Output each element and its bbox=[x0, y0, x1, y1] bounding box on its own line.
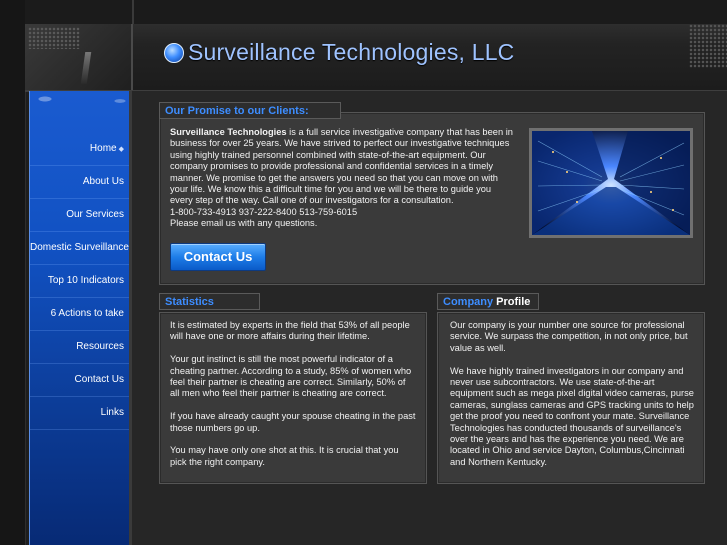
sidebar-nav: Home ◆ About Us Our Services Domestic Sur… bbox=[29, 91, 130, 545]
contact-us-button[interactable]: Contact Us bbox=[170, 243, 266, 271]
site-header: Surveillance Technologies, LLC bbox=[25, 24, 727, 92]
nav-item-links[interactable]: Links bbox=[30, 397, 130, 430]
stat-paragraph: You may have only one shot at this. It i… bbox=[170, 445, 399, 467]
profile-text: Our company is your number one source fo… bbox=[450, 320, 696, 480]
phone-numbers: 1-800-733-4913 937-222-8400 513-759-6015 bbox=[170, 206, 358, 217]
email-line: Please email us with any questions. bbox=[170, 218, 318, 229]
header-dots-decoration bbox=[689, 24, 727, 68]
water-drip-decoration bbox=[30, 91, 130, 131]
statistics-text: It is estimated by experts in the field … bbox=[170, 320, 416, 480]
profile-heading: Company Profile bbox=[437, 293, 539, 310]
company-name: Surveillance Technologies bbox=[170, 127, 287, 137]
logo-graphic bbox=[25, 24, 133, 90]
nav-item-resources[interactable]: Resources bbox=[30, 331, 130, 364]
top-frame bbox=[25, 0, 727, 24]
promise-body: is a full service investigative company … bbox=[170, 127, 513, 206]
nav-item-domestic-surveillance[interactable]: Domestic Surveillance bbox=[30, 232, 130, 265]
nav-item-6-actions[interactable]: 6 Actions to take bbox=[30, 298, 130, 331]
stat-paragraph: Your gut instinct is still the most powe… bbox=[170, 354, 412, 399]
left-frame bbox=[0, 0, 26, 545]
site-title: Surveillance Technologies, LLC bbox=[163, 38, 515, 66]
nav-bullet-icon: ◆ bbox=[118, 146, 124, 153]
nav-item-top-10-indicators[interactable]: Top 10 Indicators bbox=[30, 265, 130, 298]
profile-paragraph: Our company is your number one source fo… bbox=[450, 320, 688, 353]
nav-list: Home ◆ About Us Our Services Domestic Sur… bbox=[30, 133, 130, 430]
stat-paragraph: If you have already caught your spouse c… bbox=[170, 411, 416, 433]
city-skyline-image bbox=[529, 128, 693, 238]
profile-paragraph: We have highly trained investigators in … bbox=[450, 365, 694, 467]
nav-item-about-us[interactable]: About Us bbox=[30, 166, 130, 199]
nav-item-contact-us[interactable]: Contact Us bbox=[30, 364, 130, 397]
stat-paragraph: It is estimated by experts in the field … bbox=[170, 320, 410, 342]
promise-heading: Our Promise to our Clients: bbox=[159, 102, 341, 119]
nav-item-home[interactable]: Home ◆ bbox=[30, 133, 130, 166]
skyline-graphic bbox=[532, 131, 690, 235]
promise-text: Surveillance Technologies is a full serv… bbox=[170, 127, 516, 230]
nav-item-our-services[interactable]: Our Services bbox=[30, 199, 130, 232]
statistics-heading: Statistics bbox=[159, 293, 260, 310]
site-title-text: Surveillance Technologies, LLC bbox=[188, 39, 515, 65]
